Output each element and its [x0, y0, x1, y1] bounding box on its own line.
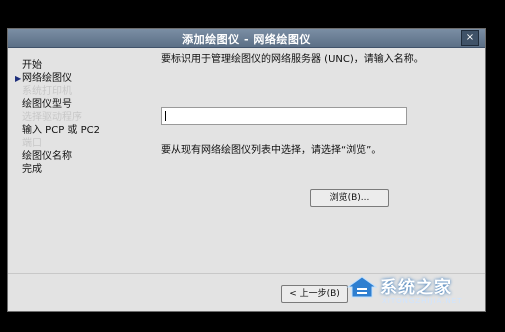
house-logo-icon [346, 276, 378, 298]
step-import-pcp-pc2: 输入 PCP 或 PC2 [22, 125, 100, 136]
close-button[interactable]: × [461, 30, 479, 46]
step-plotter-model: 绘图仪型号 [22, 99, 72, 110]
watermark-site: XITONGZHIJIA.NET [382, 297, 463, 305]
network-server-name-input[interactable] [161, 107, 407, 125]
browse-button[interactable]: 浏览(B)... [310, 189, 389, 207]
window-title: 添加绘图仪 - 网络绘图仪 [182, 33, 311, 46]
watermark-name: 系统之家 [380, 278, 452, 298]
add-plotter-dialog: 添加绘图仪 - 网络绘图仪 × 开始 ▶ 网络绘图仪 系统打印机 绘图仪型号 选… [7, 28, 486, 312]
step-ports: 端口 [22, 138, 42, 149]
step-network-plotter: ▶ 网络绘图仪 [15, 73, 72, 84]
step-system-printer: 系统打印机 [22, 86, 72, 97]
step-plotter-name: 绘图仪名称 [22, 151, 72, 162]
close-icon: × [465, 32, 475, 43]
text-caret [165, 111, 166, 121]
step-start: 开始 [22, 60, 42, 71]
wizard-steps: 开始 ▶ 网络绘图仪 系统打印机 绘图仪型号 选择驱动程序 输入 PCP 或 P… [15, 59, 142, 176]
browse-instruction-text: 要从现有网络绘图仪列表中选择，请选择“浏览”。 [161, 145, 382, 156]
back-button[interactable]: < 上一步(B) [281, 285, 348, 303]
watermark-logo: 系统之家 XITONGZHIJIA.NET [346, 273, 492, 311]
title-bar[interactable]: 添加绘图仪 - 网络绘图仪 × [8, 29, 485, 48]
step-finish: 完成 [22, 164, 42, 175]
step-select-driver: 选择驱动程序 [22, 112, 82, 123]
current-step-arrow-icon: ▶ [15, 74, 22, 83]
unc-instruction-text: 要标识用于管理绘图仪的网络服务器 (UNC)，请输入名称。 [161, 54, 424, 65]
